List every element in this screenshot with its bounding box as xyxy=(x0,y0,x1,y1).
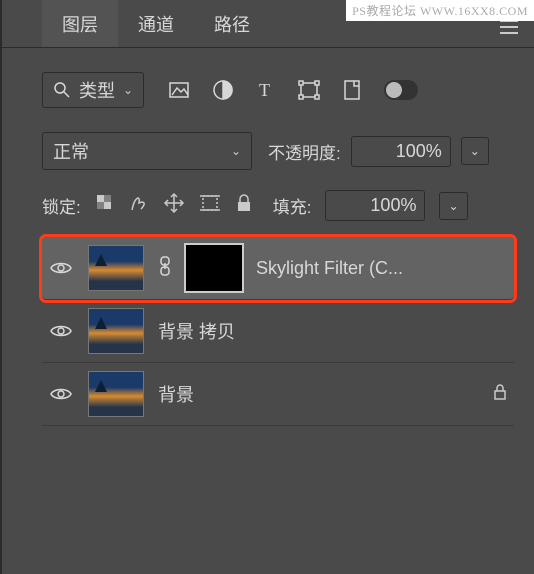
filter-toggle[interactable] xyxy=(384,80,418,100)
visibility-toggle[interactable] xyxy=(48,259,74,277)
visibility-toggle[interactable] xyxy=(48,385,74,403)
layer-thumbnail[interactable] xyxy=(88,371,144,417)
blend-row: 正常 ⌄ 不透明度: 100% ⌄ xyxy=(2,122,534,180)
chevron-down-icon: ⌄ xyxy=(231,144,241,158)
layer-mask-thumbnail[interactable] xyxy=(186,245,242,291)
layer-name[interactable]: Skylight Filter (C... xyxy=(256,258,508,279)
lock-transparency-icon[interactable] xyxy=(95,193,115,218)
opacity-input[interactable]: 100% xyxy=(351,136,451,167)
tab-channels[interactable]: 通道 xyxy=(118,0,194,47)
filter-type-label: 类型 xyxy=(79,77,115,103)
layer-row[interactable]: Skylight Filter (C... xyxy=(42,237,514,300)
layer-thumbnail[interactable] xyxy=(88,308,144,354)
lock-all-icon[interactable] xyxy=(235,193,253,218)
layer-name[interactable]: 背景 xyxy=(158,381,478,407)
lock-image-icon[interactable] xyxy=(129,193,149,218)
fill-chevron[interactable]: ⌄ xyxy=(439,192,467,220)
adjustment-filter-icon[interactable] xyxy=(212,79,234,101)
blend-mode-value: 正常 xyxy=(53,138,89,164)
blend-mode-select[interactable]: 正常 ⌄ xyxy=(42,132,252,170)
eye-icon xyxy=(49,259,73,277)
layer-name[interactable]: 背景 拷贝 xyxy=(158,318,508,344)
eye-icon xyxy=(49,322,73,340)
layers-list: Skylight Filter (C... 背景 拷贝 背景 xyxy=(2,231,534,426)
pixel-filter-icon[interactable] xyxy=(168,80,190,100)
svg-text:T: T xyxy=(259,80,270,100)
shape-filter-icon[interactable] xyxy=(298,80,320,100)
layer-filter-row: 类型 ⌄ T xyxy=(2,48,534,122)
layer-row[interactable]: 背景 xyxy=(42,363,514,426)
opacity-chevron[interactable]: ⌄ xyxy=(461,137,489,165)
lock-icon xyxy=(492,383,508,406)
link-icon xyxy=(158,255,172,282)
eye-icon xyxy=(49,385,73,403)
lock-row: 锁定: 填充: 100% ⌄ xyxy=(2,180,534,231)
fill-label: 填充: xyxy=(273,193,312,218)
layer-thumbnail[interactable] xyxy=(88,245,144,291)
search-icon xyxy=(53,81,71,99)
chevron-down-icon: ⌄ xyxy=(123,83,133,97)
layer-row[interactable]: 背景 拷贝 xyxy=(42,300,514,363)
filter-type-select[interactable]: 类型 ⌄ xyxy=(42,72,144,108)
tab-layers[interactable]: 图层 xyxy=(42,0,118,47)
fill-input[interactable]: 100% xyxy=(325,190,425,221)
tab-paths[interactable]: 路径 xyxy=(194,0,270,47)
lock-position-icon[interactable] xyxy=(163,192,185,219)
lock-artboard-icon[interactable] xyxy=(199,193,221,218)
opacity-label: 不透明度: xyxy=(268,139,341,164)
type-filter-icon[interactable]: T xyxy=(256,80,276,100)
smartobject-filter-icon[interactable] xyxy=(342,79,362,101)
visibility-toggle[interactable] xyxy=(48,322,74,340)
lock-label: 锁定: xyxy=(42,193,81,218)
watermark: PS教程论坛 WWW.16XX8.COM xyxy=(346,0,534,21)
